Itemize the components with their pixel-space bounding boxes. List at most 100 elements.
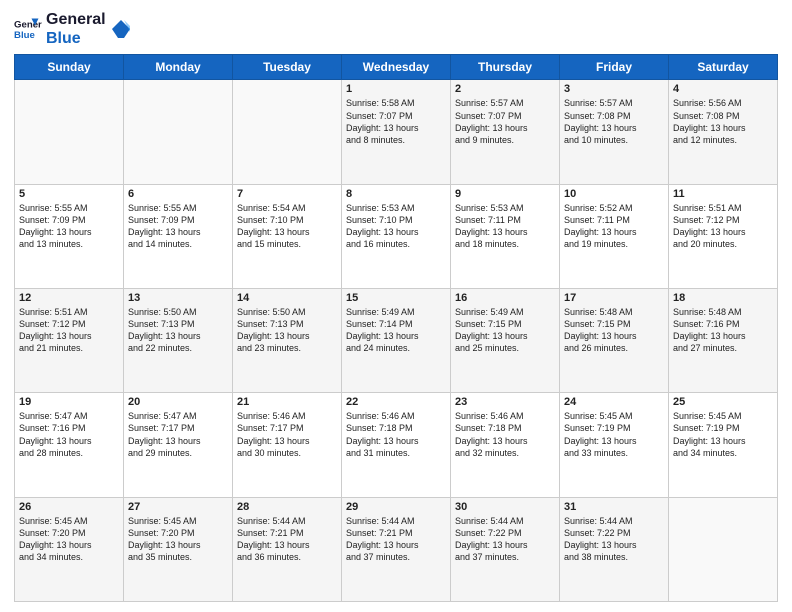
calendar-day-12: 12Sunrise: 5:51 AM Sunset: 7:12 PM Dayli… bbox=[15, 289, 124, 393]
calendar-day-20: 20Sunrise: 5:47 AM Sunset: 7:17 PM Dayli… bbox=[124, 393, 233, 497]
calendar-day-13: 13 Sunrise: 5:50 AM Sunset: 7:13 PM Dayli… bbox=[124, 289, 233, 393]
calendar-week-row: 19 Sunrise: 5:47 AM Sunset: 7:16 PM Dayli… bbox=[15, 393, 778, 497]
calendar-week-row: 12Sunrise: 5:51 AM Sunset: 7:12 PM Dayli… bbox=[15, 289, 778, 393]
day-info: Sunrise: 5:54 AM Sunset: 7:10 PM Dayligh… bbox=[237, 202, 337, 251]
day-info: Sunrise: 5:46 AM Sunset: 7:18 PM Dayligh… bbox=[455, 410, 555, 459]
calendar-day-18: 18 Sunrise: 5:48 AM Sunset: 7:16 PM Dayli… bbox=[669, 289, 778, 393]
day-info: Sunrise: 5:45 AM Sunset: 7:19 PM Dayligh… bbox=[673, 410, 773, 459]
day-number: 22 bbox=[346, 396, 446, 408]
day-info: Sunrise: 5:53 AM Sunset: 7:10 PM Dayligh… bbox=[346, 202, 446, 251]
day-number: 17 bbox=[564, 292, 664, 304]
calendar-day-23: 23Sunrise: 5:46 AM Sunset: 7:18 PM Dayli… bbox=[451, 393, 560, 497]
calendar-day-1: 1 Sunrise: 5:58 AM Sunset: 7:07 PM Daylig… bbox=[342, 80, 451, 184]
day-number: 1 bbox=[346, 83, 446, 95]
day-number: 2 bbox=[455, 83, 555, 95]
calendar-day-8: 8 Sunrise: 5:53 AM Sunset: 7:10 PM Daylig… bbox=[342, 184, 451, 288]
day-number: 30 bbox=[455, 501, 555, 513]
svg-text:General: General bbox=[14, 19, 42, 30]
day-number: 6 bbox=[128, 188, 228, 200]
day-number: 24 bbox=[564, 396, 664, 408]
day-info: Sunrise: 5:44 AM Sunset: 7:22 PM Dayligh… bbox=[564, 515, 664, 564]
day-number: 5 bbox=[19, 188, 119, 200]
day-number: 8 bbox=[346, 188, 446, 200]
day-info: Sunrise: 5:48 AM Sunset: 7:16 PM Dayligh… bbox=[673, 306, 773, 355]
day-number: 3 bbox=[564, 83, 664, 95]
calendar-day-24: 24Sunrise: 5:45 AM Sunset: 7:19 PM Dayli… bbox=[560, 393, 669, 497]
calendar-day-9: 9Sunrise: 5:53 AM Sunset: 7:11 PM Daylig… bbox=[451, 184, 560, 288]
calendar-week-row: 1 Sunrise: 5:58 AM Sunset: 7:07 PM Daylig… bbox=[15, 80, 778, 184]
calendar-day-header-thursday: Thursday bbox=[451, 55, 560, 80]
day-info: Sunrise: 5:44 AM Sunset: 7:21 PM Dayligh… bbox=[237, 515, 337, 564]
day-info: Sunrise: 5:46 AM Sunset: 7:18 PM Dayligh… bbox=[346, 410, 446, 459]
calendar-day-17: 17 Sunrise: 5:48 AM Sunset: 7:15 PM Dayli… bbox=[560, 289, 669, 393]
calendar-day-header-sunday: Sunday bbox=[15, 55, 124, 80]
calendar-empty-cell bbox=[124, 80, 233, 184]
calendar-day-7: 7 Sunrise: 5:54 AM Sunset: 7:10 PM Daylig… bbox=[233, 184, 342, 288]
calendar-day-25: 25 Sunrise: 5:45 AM Sunset: 7:19 PM Dayli… bbox=[669, 393, 778, 497]
calendar-day-5: 5 Sunrise: 5:55 AM Sunset: 7:09 PM Daylig… bbox=[15, 184, 124, 288]
calendar-day-15: 15Sunrise: 5:49 AM Sunset: 7:14 PM Dayli… bbox=[342, 289, 451, 393]
calendar-day-10: 10Sunrise: 5:52 AM Sunset: 7:11 PM Dayli… bbox=[560, 184, 669, 288]
calendar-day-header-tuesday: Tuesday bbox=[233, 55, 342, 80]
header: General Blue General Blue bbox=[14, 10, 778, 48]
page: General Blue General Blue SundayMondayTu… bbox=[0, 0, 792, 612]
logo-icon: General Blue bbox=[14, 15, 42, 43]
day-number: 31 bbox=[564, 501, 664, 513]
day-number: 12 bbox=[19, 292, 119, 304]
day-info: Sunrise: 5:47 AM Sunset: 7:16 PM Dayligh… bbox=[19, 410, 119, 459]
day-info: Sunrise: 5:49 AM Sunset: 7:14 PM Dayligh… bbox=[346, 306, 446, 355]
day-number: 21 bbox=[237, 396, 337, 408]
day-number: 27 bbox=[128, 501, 228, 513]
calendar-day-header-wednesday: Wednesday bbox=[342, 55, 451, 80]
day-info: Sunrise: 5:50 AM Sunset: 7:13 PM Dayligh… bbox=[237, 306, 337, 355]
day-number: 16 bbox=[455, 292, 555, 304]
day-number: 20 bbox=[128, 396, 228, 408]
day-number: 19 bbox=[19, 396, 119, 408]
calendar-day-4: 4 Sunrise: 5:56 AM Sunset: 7:08 PM Daylig… bbox=[669, 80, 778, 184]
day-info: Sunrise: 5:51 AM Sunset: 7:12 PM Dayligh… bbox=[673, 202, 773, 251]
day-info: Sunrise: 5:55 AM Sunset: 7:09 PM Dayligh… bbox=[19, 202, 119, 251]
day-info: Sunrise: 5:44 AM Sunset: 7:21 PM Dayligh… bbox=[346, 515, 446, 564]
day-info: Sunrise: 5:45 AM Sunset: 7:20 PM Dayligh… bbox=[19, 515, 119, 564]
calendar-day-11: 11Sunrise: 5:51 AM Sunset: 7:12 PM Dayli… bbox=[669, 184, 778, 288]
calendar-day-2: 2Sunrise: 5:57 AM Sunset: 7:07 PM Daylig… bbox=[451, 80, 560, 184]
calendar-day-header-saturday: Saturday bbox=[669, 55, 778, 80]
day-info: Sunrise: 5:50 AM Sunset: 7:13 PM Dayligh… bbox=[128, 306, 228, 355]
logo-shape-icon bbox=[110, 18, 132, 40]
day-number: 28 bbox=[237, 501, 337, 513]
day-number: 25 bbox=[673, 396, 773, 408]
day-info: Sunrise: 5:58 AM Sunset: 7:07 PM Dayligh… bbox=[346, 97, 446, 146]
calendar-day-3: 3 Sunrise: 5:57 AM Sunset: 7:08 PM Daylig… bbox=[560, 80, 669, 184]
calendar-day-29: 29 Sunrise: 5:44 AM Sunset: 7:21 PM Dayli… bbox=[342, 497, 451, 601]
day-number: 18 bbox=[673, 292, 773, 304]
day-info: Sunrise: 5:44 AM Sunset: 7:22 PM Dayligh… bbox=[455, 515, 555, 564]
day-number: 26 bbox=[19, 501, 119, 513]
day-number: 13 bbox=[128, 292, 228, 304]
day-info: Sunrise: 5:45 AM Sunset: 7:20 PM Dayligh… bbox=[128, 515, 228, 564]
day-number: 29 bbox=[346, 501, 446, 513]
day-info: Sunrise: 5:57 AM Sunset: 7:08 PM Dayligh… bbox=[564, 97, 664, 146]
day-info: Sunrise: 5:56 AM Sunset: 7:08 PM Dayligh… bbox=[673, 97, 773, 146]
calendar-day-header-monday: Monday bbox=[124, 55, 233, 80]
calendar-day-header-friday: Friday bbox=[560, 55, 669, 80]
day-info: Sunrise: 5:48 AM Sunset: 7:15 PM Dayligh… bbox=[564, 306, 664, 355]
calendar-day-6: 6Sunrise: 5:55 AM Sunset: 7:09 PM Daylig… bbox=[124, 184, 233, 288]
calendar-week-row: 5 Sunrise: 5:55 AM Sunset: 7:09 PM Daylig… bbox=[15, 184, 778, 288]
calendar-day-28: 28 Sunrise: 5:44 AM Sunset: 7:21 PM Dayli… bbox=[233, 497, 342, 601]
calendar-day-19: 19 Sunrise: 5:47 AM Sunset: 7:16 PM Dayli… bbox=[15, 393, 124, 497]
calendar-day-16: 16Sunrise: 5:49 AM Sunset: 7:15 PM Dayli… bbox=[451, 289, 560, 393]
calendar-table: SundayMondayTuesdayWednesdayThursdayFrid… bbox=[14, 54, 778, 602]
day-number: 7 bbox=[237, 188, 337, 200]
logo-general: General bbox=[46, 10, 106, 29]
day-number: 14 bbox=[237, 292, 337, 304]
logo-blue: Blue bbox=[46, 29, 106, 48]
calendar-day-14: 14 Sunrise: 5:50 AM Sunset: 7:13 PM Dayli… bbox=[233, 289, 342, 393]
day-info: Sunrise: 5:52 AM Sunset: 7:11 PM Dayligh… bbox=[564, 202, 664, 251]
day-number: 4 bbox=[673, 83, 773, 95]
calendar-day-22: 22 Sunrise: 5:46 AM Sunset: 7:18 PM Dayli… bbox=[342, 393, 451, 497]
calendar-day-27: 27 Sunrise: 5:45 AM Sunset: 7:20 PM Dayli… bbox=[124, 497, 233, 601]
calendar-empty-cell bbox=[15, 80, 124, 184]
calendar-day-31: 31 Sunrise: 5:44 AM Sunset: 7:22 PM Dayli… bbox=[560, 497, 669, 601]
calendar-header-row: SundayMondayTuesdayWednesdayThursdayFrid… bbox=[15, 55, 778, 80]
day-number: 9 bbox=[455, 188, 555, 200]
